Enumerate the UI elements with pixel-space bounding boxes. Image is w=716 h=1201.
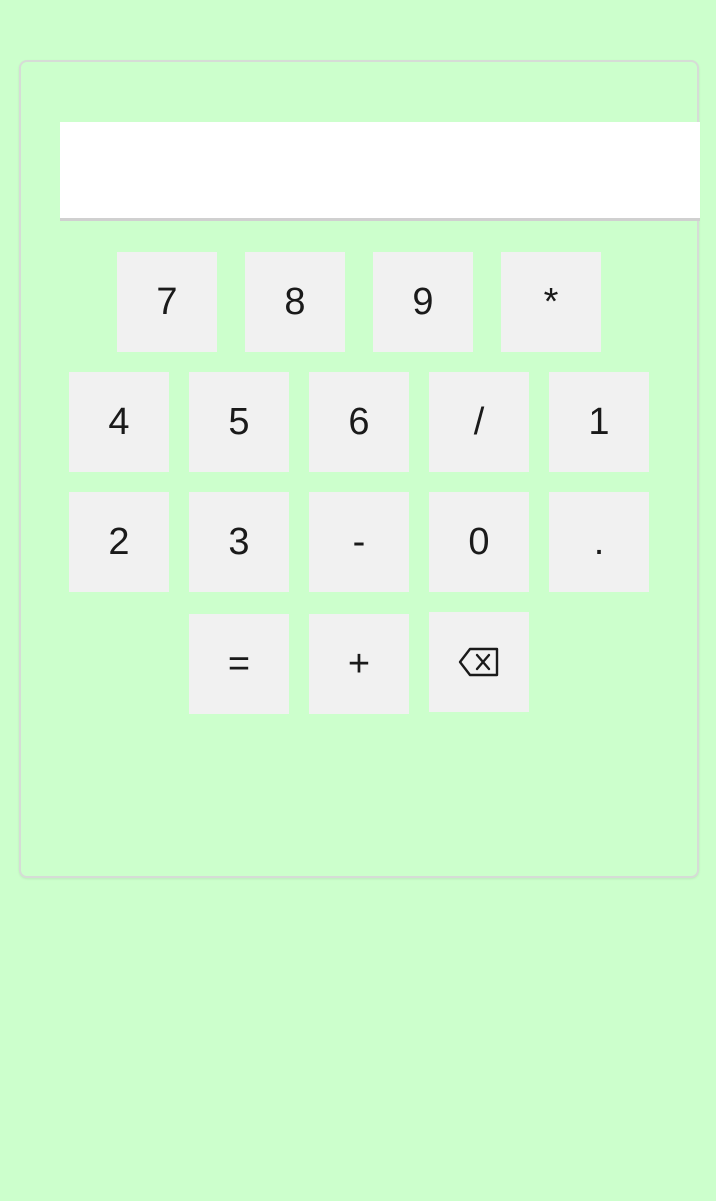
key-0[interactable]: 0 bbox=[429, 492, 529, 592]
calculator-display[interactable] bbox=[60, 122, 700, 221]
key-2[interactable]: 2 bbox=[69, 492, 169, 592]
equals-button[interactable]: = bbox=[189, 614, 289, 714]
divide-button[interactable]: / bbox=[429, 372, 529, 472]
backspace-button[interactable] bbox=[429, 612, 529, 712]
key-3[interactable]: 3 bbox=[189, 492, 289, 592]
key-7[interactable]: 7 bbox=[117, 252, 217, 352]
decimal-point-button[interactable]: . bbox=[549, 492, 649, 592]
key-1[interactable]: 1 bbox=[549, 372, 649, 472]
minus-button[interactable]: - bbox=[309, 492, 409, 592]
key-9[interactable]: 9 bbox=[373, 252, 473, 352]
key-5[interactable]: 5 bbox=[189, 372, 289, 472]
backspace-icon bbox=[458, 647, 500, 677]
key-8[interactable]: 8 bbox=[245, 252, 345, 352]
key-4[interactable]: 4 bbox=[69, 372, 169, 472]
key-6[interactable]: 6 bbox=[309, 372, 409, 472]
plus-button[interactable]: + bbox=[309, 614, 409, 714]
multiply-button[interactable]: * bbox=[501, 252, 601, 352]
